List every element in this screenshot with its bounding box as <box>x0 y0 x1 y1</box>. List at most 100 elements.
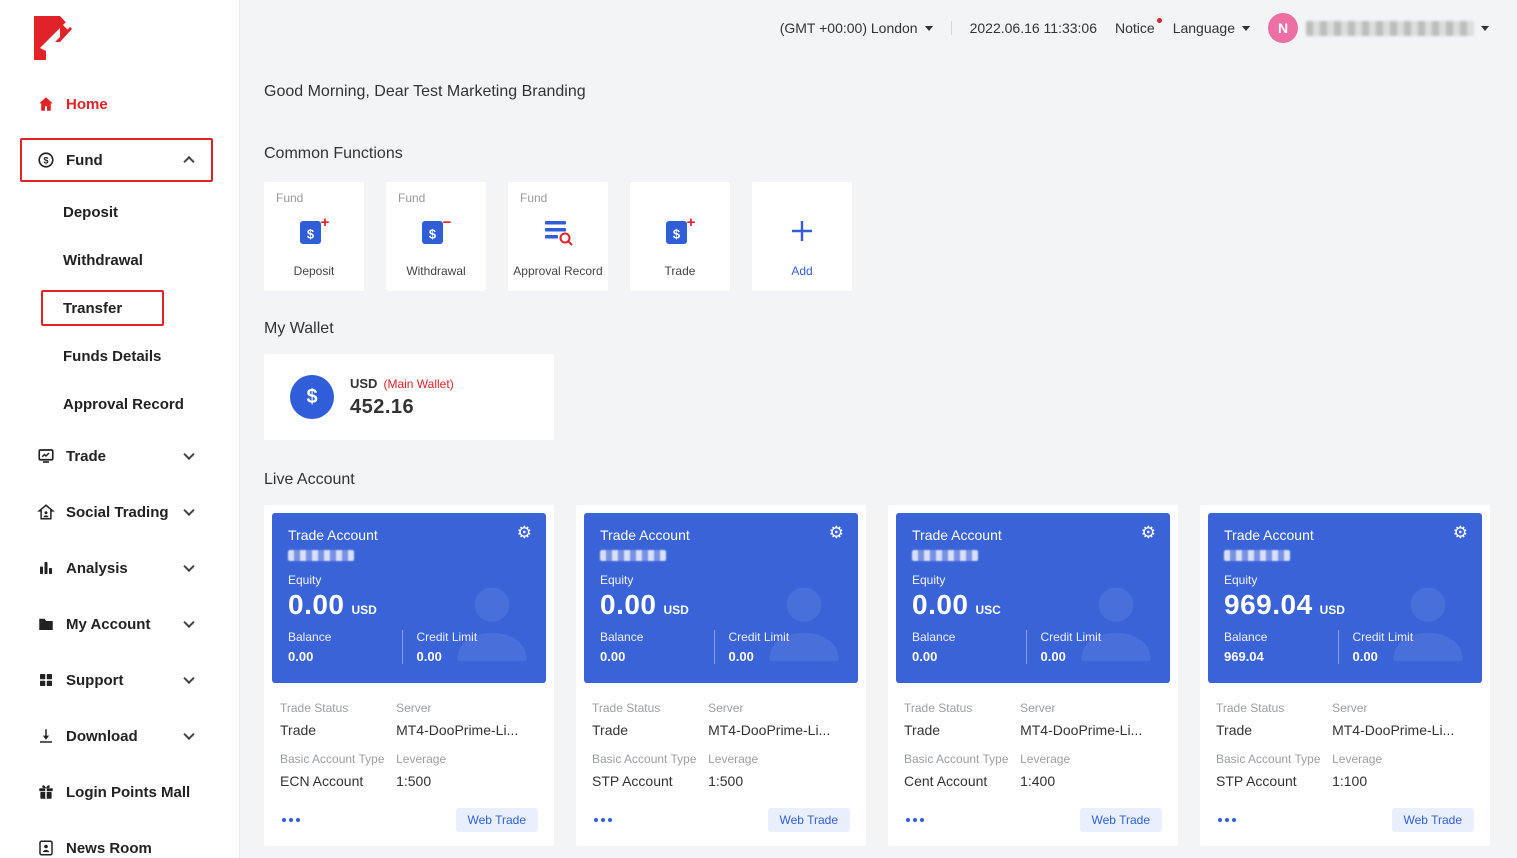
social-trading-icon <box>36 502 56 522</box>
trade-account-card-title: Trade Account <box>600 527 842 543</box>
leverage-value: 1:400 <box>1020 773 1162 789</box>
sidebar-item-label: Approval Record <box>63 396 184 413</box>
deposit-icon: $+ <box>264 214 364 248</box>
credit-limit-label: Credit Limit <box>1041 630 1155 644</box>
quick-action-deposit[interactable]: Fund $+ Deposit <box>264 182 364 291</box>
notice-label: Notice <box>1115 20 1155 36</box>
svg-text:$: $ <box>673 227 681 242</box>
folder-icon <box>36 614 56 634</box>
sidebar-item-label: Social Trading <box>66 504 169 521</box>
quick-action-add[interactable]: Add <box>752 182 852 291</box>
sidebar-item-analysis[interactable]: Analysis <box>0 540 239 596</box>
avatar: N <box>1268 13 1298 43</box>
sidebar-item-login-points-mall[interactable]: Login Points Mall <box>0 764 239 820</box>
sidebar-item-label: Funds Details <box>63 348 161 365</box>
more-actions-icon[interactable] <box>592 814 614 826</box>
sidebar-item-label: Trade <box>66 448 106 465</box>
analysis-icon <box>36 558 56 578</box>
wallet-currency: USD <box>350 376 377 391</box>
chevron-down-icon <box>183 729 194 740</box>
svg-text:−: − <box>443 214 452 231</box>
sidebar-item-funds-details[interactable]: Funds Details <box>0 332 239 380</box>
trade-icon <box>36 446 56 466</box>
quick-action-label: Add <box>752 264 852 278</box>
basic-account-type-value: STP Account <box>592 773 708 789</box>
brand-logo-icon <box>30 14 74 62</box>
gear-icon[interactable]: ⚙ <box>1453 524 1468 541</box>
gear-icon[interactable]: ⚙ <box>517 524 532 541</box>
download-icon <box>36 726 56 746</box>
trade-status-value: Trade <box>1216 722 1332 738</box>
equity-value: 0.00 <box>288 589 345 621</box>
leverage-label: Leverage <box>708 752 850 766</box>
chevron-down-icon <box>183 617 194 628</box>
balance-value: 0.00 <box>912 649 1026 664</box>
sidebar-item-approval-record[interactable]: Approval Record <box>0 380 239 428</box>
sidebar-item-social-trading[interactable]: Social Trading <box>0 484 239 540</box>
quick-action-trade[interactable]: $+ Trade <box>630 182 730 291</box>
balance-value: 0.00 <box>600 649 714 664</box>
main-content: (GMT +00:00) London 2022.06.16 11:33:06 … <box>240 0 1517 858</box>
gear-icon[interactable]: ⚙ <box>1141 524 1156 541</box>
app-root: Home $ Fund Deposit Withdrawal Transfer <box>0 0 1517 858</box>
account-id-blurred <box>600 550 666 561</box>
sidebar-item-transfer[interactable]: Transfer <box>0 284 239 332</box>
server-value: MT4-DooPrime-Li... <box>1332 722 1474 738</box>
brand-logo[interactable] <box>0 0 239 76</box>
equity-value: 969.04 <box>1224 589 1313 621</box>
sidebar-item-my-account[interactable]: My Account <box>0 596 239 652</box>
notice-button[interactable]: Notice <box>1115 20 1155 36</box>
chevron-down-icon <box>925 26 933 31</box>
more-actions-icon[interactable] <box>1216 814 1238 826</box>
account-id-blurred <box>1224 550 1290 561</box>
chevron-down-icon <box>183 673 194 684</box>
sidebar-item-fund[interactable]: $ Fund <box>0 132 239 188</box>
trade-quick-icon: $+ <box>630 214 730 248</box>
svg-text:$: $ <box>429 227 437 242</box>
sidebar-item-withdrawal[interactable]: Withdrawal <box>0 236 239 284</box>
sidebar-item-trade[interactable]: Trade <box>0 428 239 484</box>
credit-limit-value: 0.00 <box>417 649 531 664</box>
trade-account-details: Trade Status Trade Server MT4-DooPrime-L… <box>896 683 1170 838</box>
wallet-main-tag: (Main Wallet) <box>383 377 453 391</box>
more-actions-icon[interactable] <box>280 814 302 826</box>
language-dropdown[interactable]: Language <box>1173 20 1250 36</box>
more-actions-icon[interactable] <box>904 814 926 826</box>
server-value: MT4-DooPrime-Li... <box>708 722 850 738</box>
sidebar-item-label: Login Points Mall <box>66 784 190 801</box>
chevron-down-icon <box>183 561 194 572</box>
svg-text:$: $ <box>307 227 315 242</box>
web-trade-button[interactable]: Web Trade <box>768 808 850 832</box>
quick-action-label: Withdrawal <box>386 264 486 278</box>
fund-icon: $ <box>36 150 56 170</box>
sidebar-item-home[interactable]: Home <box>0 76 239 132</box>
balance-label: Balance <box>1224 630 1338 644</box>
sidebar-item-support[interactable]: Support <box>0 652 239 708</box>
quick-action-withdrawal[interactable]: Fund $− Withdrawal <box>386 182 486 291</box>
balance-value: 969.04 <box>1224 649 1338 664</box>
balance-label: Balance <box>600 630 714 644</box>
sidebar-item-download[interactable]: Download <box>0 708 239 764</box>
quick-action-approval-record[interactable]: Fund Approval Record <box>508 182 608 291</box>
sidebar-item-deposit[interactable]: Deposit <box>0 188 239 236</box>
account-id-blurred <box>288 550 354 561</box>
trade-account-card-1: Trade Account ⚙ Equity 0.00 USD Balance … <box>264 505 554 846</box>
web-trade-button[interactable]: Web Trade <box>1392 808 1474 832</box>
web-trade-button[interactable]: Web Trade <box>1080 808 1162 832</box>
timezone-dropdown[interactable]: (GMT +00:00) London <box>780 20 933 36</box>
user-menu[interactable]: N <box>1268 13 1489 43</box>
gear-icon[interactable]: ⚙ <box>829 524 844 541</box>
credit-limit-label: Credit Limit <box>729 630 843 644</box>
basic-account-type-value: Cent Account <box>904 773 1020 789</box>
server-label: Server <box>708 701 850 715</box>
web-trade-button[interactable]: Web Trade <box>456 808 538 832</box>
equity-value: 0.00 <box>600 589 657 621</box>
equity-currency: USC <box>976 603 1001 617</box>
trade-account-details: Trade Status Trade Server MT4-DooPrime-L… <box>272 683 546 838</box>
leverage-label: Leverage <box>1020 752 1162 766</box>
sidebar-item-news-room[interactable]: News Room <box>0 820 239 858</box>
trade-status-label: Trade Status <box>1216 701 1332 715</box>
equity-value: 0.00 <box>912 589 969 621</box>
trade-account-details: Trade Status Trade Server MT4-DooPrime-L… <box>1208 683 1482 838</box>
server-value: MT4-DooPrime-Li... <box>1020 722 1162 738</box>
